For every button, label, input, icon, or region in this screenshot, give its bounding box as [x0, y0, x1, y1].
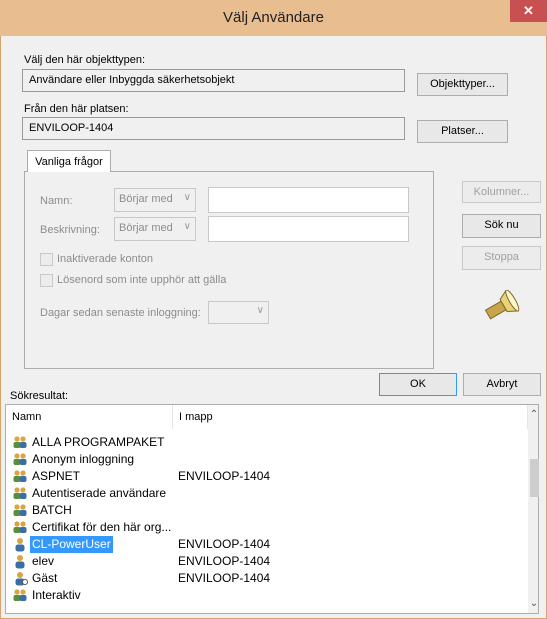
list-item-folder: ENVILOOP-1404: [178, 571, 271, 585]
list-item-name: Autentiserade användare: [32, 486, 167, 500]
user-icon: [15, 538, 25, 552]
tab-common-queries[interactable]: Vanliga frågor: [27, 150, 111, 172]
nonexpiring-password-label: Lösenord som inte upphör att gälla: [57, 274, 227, 286]
group-icon: [13, 504, 27, 516]
name-input[interactable]: [208, 187, 409, 213]
user-icon: [15, 555, 25, 569]
scroll-up-arrow-icon[interactable]: ⌃: [529, 409, 538, 420]
days-since-login-label: Dagar sedan senaste inloggning:: [40, 307, 201, 319]
list-item[interactable]: Gäst ENVILOOP-1404: [6, 570, 524, 587]
search-now-button[interactable]: Sök nu: [462, 214, 541, 238]
columns-button[interactable]: Kolumner...: [462, 181, 541, 203]
scroll-down-arrow-icon[interactable]: ⌄: [529, 598, 538, 609]
list-item[interactable]: Anonym inloggning: [6, 451, 524, 468]
group-icon: [13, 521, 27, 533]
list-item[interactable]: BATCH: [6, 502, 524, 519]
description-mode-value: Börjar med: [119, 222, 173, 234]
window-title: Välj Användare: [223, 9, 324, 26]
search-flashlight-icon: [480, 289, 522, 324]
list-item-name: Gäst: [32, 571, 58, 585]
column-header-folder[interactable]: I mapp: [173, 405, 528, 429]
nonexpiring-password-checkbox[interactable]: [40, 274, 53, 287]
group-icon: [13, 470, 27, 482]
group-icon: [13, 453, 27, 465]
list-item[interactable]: elev ENVILOOP-1404: [6, 553, 524, 570]
scrollbar-thumb[interactable]: [530, 459, 539, 497]
list-item[interactable]: Interaktiv: [6, 587, 524, 604]
disabled-accounts-label: Inaktiverade konton: [57, 253, 154, 265]
list-item-name: elev: [32, 554, 55, 568]
list-item-folder: ENVILOOP-1404: [178, 554, 271, 568]
list-item[interactable]: Certifikat för den här org...: [6, 519, 524, 536]
list-item[interactable]: ALLA PROGRAMPAKET: [6, 434, 524, 451]
search-results-label: Sökresultat:: [10, 390, 69, 402]
guest-user-icon: [15, 572, 28, 586]
list-item[interactable]: CL-PowerUser ENVILOOP-1404: [6, 536, 524, 553]
list-item-name: CL-PowerUser: [30, 536, 113, 553]
group-icon: [13, 589, 27, 601]
list-item-name: ASPNET: [32, 469, 81, 483]
locations-button[interactable]: Platser...: [417, 120, 508, 143]
days-since-login-select[interactable]: ∨: [208, 301, 269, 324]
object-type-field: Användare eller Inbyggda säkerhetsobjekt: [22, 69, 405, 92]
stop-button[interactable]: Stoppa: [462, 246, 541, 270]
object-type-label: Välj den här objekttypen:: [24, 54, 146, 66]
list-item-folder: ENVILOOP-1404: [178, 469, 271, 483]
location-label: Från den här platsen:: [24, 103, 129, 115]
chevron-down-icon: ∨: [183, 221, 191, 232]
chevron-down-icon: ∨: [183, 192, 191, 203]
vertical-scrollbar[interactable]: [528, 405, 538, 613]
search-results-list[interactable]: Namn I mapp ALLA PROGRAMPAKET Anonym inlo…: [5, 404, 539, 614]
description-label: Beskrivning:: [40, 224, 100, 236]
results-rows: ALLA PROGRAMPAKET Anonym inloggning ASPNET…: [6, 434, 526, 613]
list-item-name: Certifikat för den här org...: [32, 520, 172, 534]
group-icon: [13, 487, 27, 499]
column-header-name[interactable]: Namn: [6, 405, 173, 429]
close-button[interactable]: ✕: [510, 0, 547, 22]
list-item-name: Anonym inloggning: [32, 452, 135, 466]
description-input[interactable]: [208, 216, 409, 242]
list-item-name: ALLA PROGRAMPAKET: [32, 435, 165, 449]
list-item-name: Interaktiv: [32, 588, 81, 602]
list-item-folder: ENVILOOP-1404: [178, 537, 271, 551]
list-item[interactable]: ASPNET ENVILOOP-1404: [6, 468, 524, 485]
list-item-name: BATCH: [32, 503, 72, 517]
chevron-down-icon: ∨: [256, 305, 264, 316]
name-label: Namn:: [40, 195, 73, 207]
cancel-button[interactable]: Avbryt: [463, 373, 541, 396]
disabled-accounts-checkbox[interactable]: [40, 253, 53, 266]
description-mode-select[interactable]: Börjar med ∨: [114, 217, 196, 241]
location-field: ENVILOOP-1404: [22, 117, 405, 140]
ok-button[interactable]: OK: [379, 373, 457, 396]
name-mode-value: Börjar med: [119, 193, 173, 205]
list-item[interactable]: Autentiserade användare: [6, 485, 524, 502]
group-icon: [13, 436, 27, 448]
object-types-button[interactable]: Objekttyper...: [417, 73, 508, 96]
name-mode-select[interactable]: Börjar med ∨: [114, 188, 196, 212]
